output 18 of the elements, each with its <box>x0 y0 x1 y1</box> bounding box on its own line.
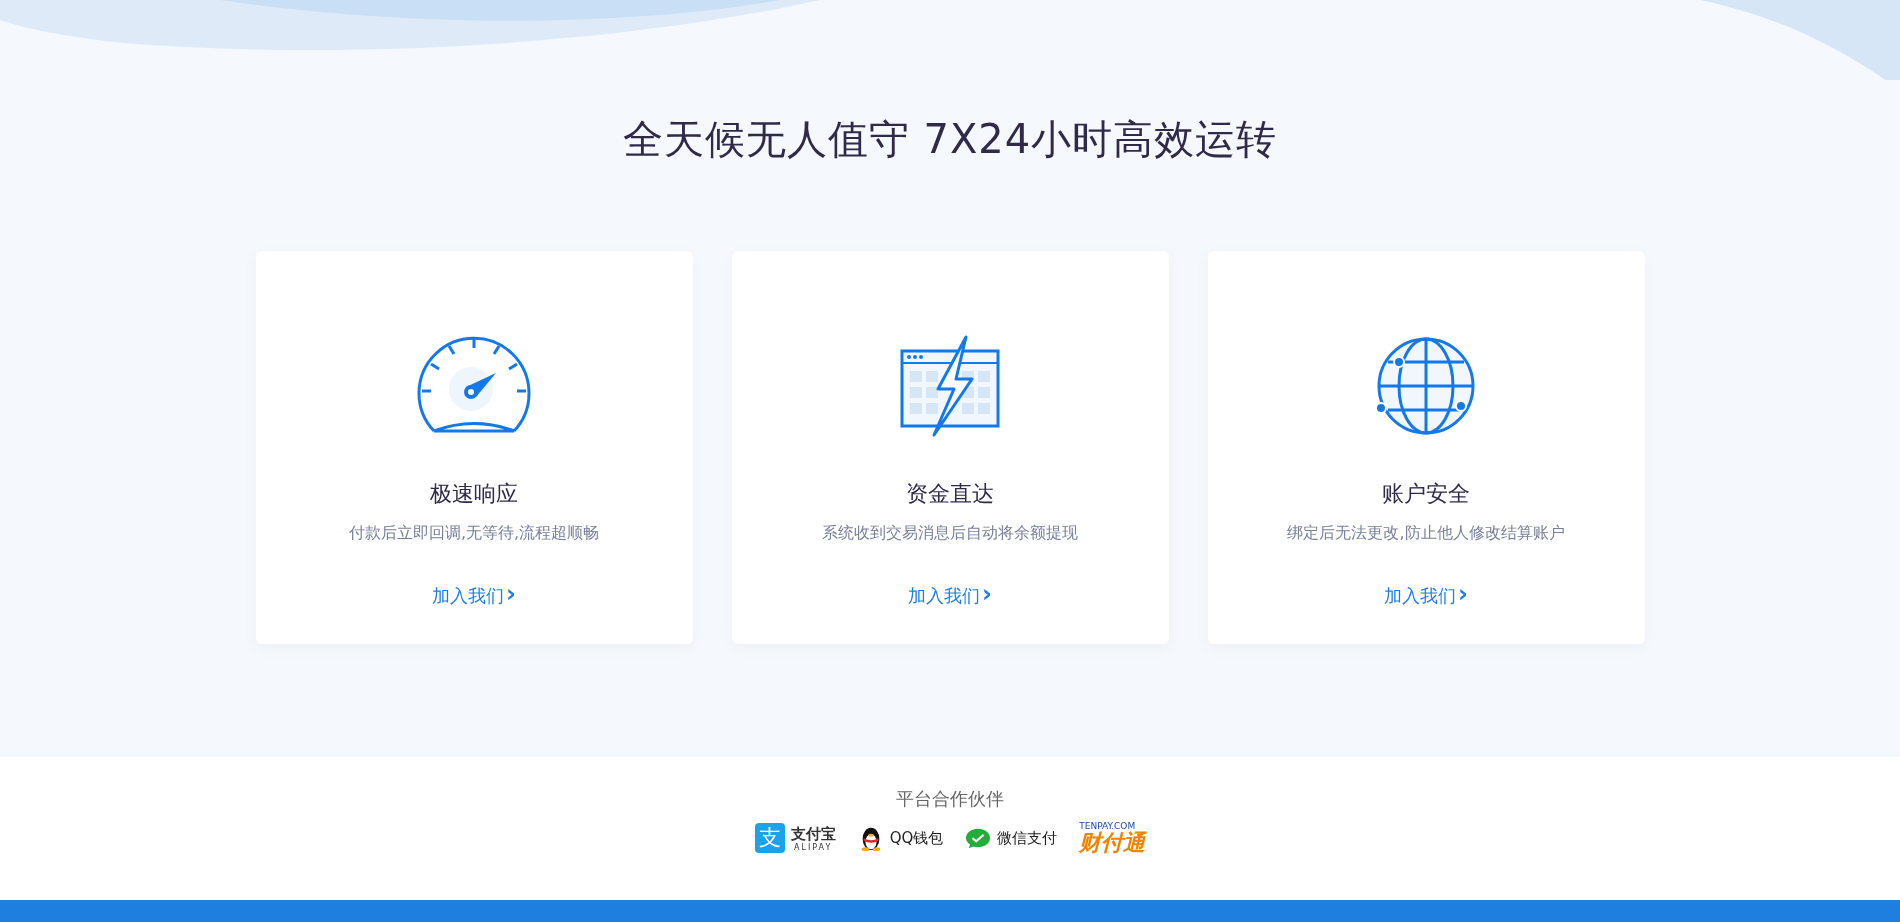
partner-name: 财付通 <box>1079 831 1146 855</box>
feature-description: 付款后立即回调,无等待,流程超顺畅 <box>348 523 600 544</box>
partner-subtitle: TENPAY.COM <box>1079 821 1136 831</box>
alipay-icon: 支 <box>754 823 785 853</box>
join-link[interactable]: 加入我们› <box>908 584 992 608</box>
partner-subtitle: ALIPAY <box>794 842 833 852</box>
join-link[interactable]: 加入我们› <box>432 584 516 608</box>
partner-name: QQ钱包 <box>889 828 944 848</box>
feature-title: 账户安全 <box>1382 480 1470 508</box>
join-link[interactable]: 加入我们› <box>1384 584 1468 608</box>
feature-description: 绑定后无法更改,防止他人修改结算账户 <box>1287 523 1565 544</box>
partner-name: 微信支付 <box>997 828 1058 848</box>
feature-title: 资金直达 <box>906 480 994 508</box>
partners-title: 平台合作伙伴 <box>896 787 1004 811</box>
feature-title: 极速响应 <box>430 480 518 508</box>
feature-description: 系统收到交易消息后自动将余额提现 <box>822 523 1078 544</box>
section-headline: 全天候无人值守 7X24小时高效运转 <box>622 115 1278 164</box>
partner-name: 支付宝 <box>790 824 836 843</box>
